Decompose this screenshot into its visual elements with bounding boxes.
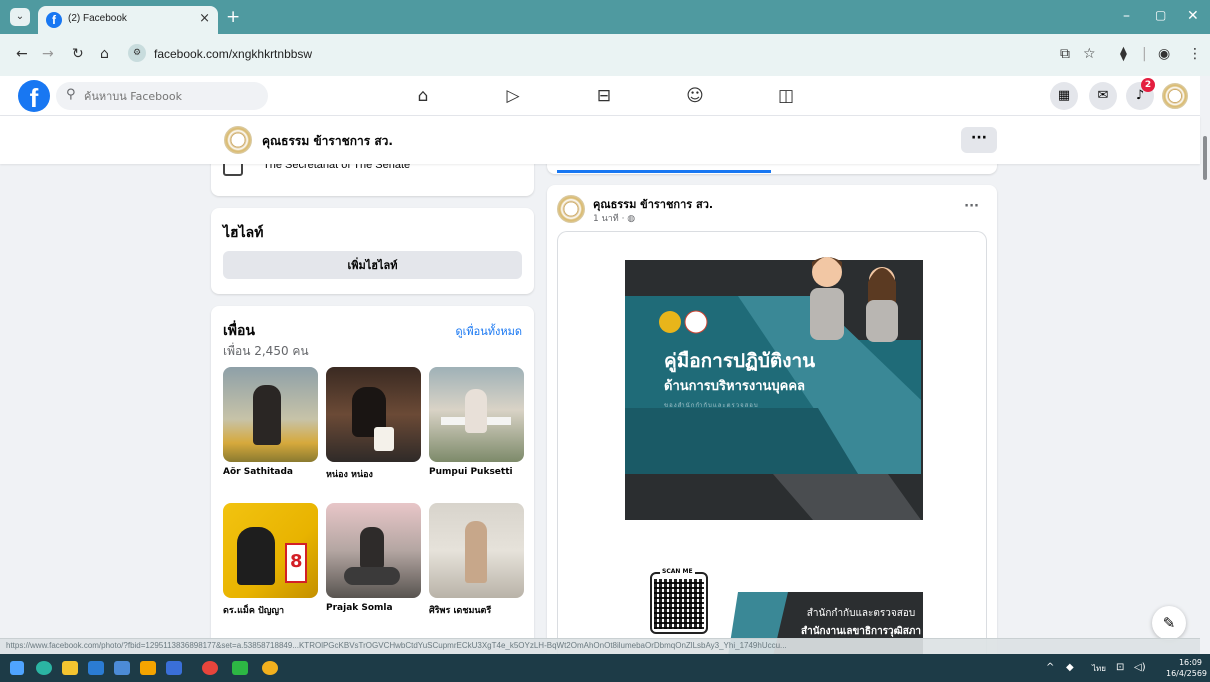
qr-code-icon [654,579,704,629]
profile-avatar[interactable] [224,126,252,154]
nav-groups-icon[interactable]: ☺ [685,86,705,106]
poster-title-line2: ด้านการบริหารงานบุคคล [664,379,806,394]
post-image[interactable]: คู่มือการปฏิบัติงาน ด้านการบริหารงานบุคค… [557,231,987,655]
facebook-favicon-icon: f [46,12,62,28]
network-icon[interactable]: ⊡ [1116,662,1124,673]
post-author-avatar[interactable] [557,195,585,223]
windows-taskbar: ^ ◆ ไทย ⊡ ◁) 16:09 16/4/2569 [0,654,1210,682]
poster-graphic [625,257,923,655]
new-message-compose-icon[interactable]: ✎ [1152,606,1186,640]
outlook-icon[interactable] [166,661,182,675]
friend-name[interactable]: หน่อง หน่อง [326,467,373,481]
browser-menu-icon[interactable]: ⋮ [1188,46,1202,62]
status-url-text: https://www.facebook.com/photo/?fbid=129… [6,641,787,650]
messenger-icon[interactable]: ✉ [1089,82,1117,110]
friends-card: เพื่อน ดูเพื่อนทั้งหมด เพื่อน 2,450 คน A… [211,306,534,646]
volume-icon[interactable]: ◁) [1134,662,1146,673]
url-field[interactable]: facebook.com/xngkhkrtnbbsw [154,47,312,61]
search-icon: ⚲ [66,87,76,102]
back-arrow-icon[interactable]: ← [16,46,28,62]
friend-name[interactable]: Aör Sathitada [223,467,293,477]
nav-marketplace-icon[interactable]: ⊟ [594,86,614,106]
friends-title[interactable]: เพื่อน [223,320,255,342]
page-scrollbar[interactable] [1200,76,1210,654]
scan-me-label: SCAN ME [660,568,695,575]
bookmark-star-icon[interactable]: ☆ [1083,46,1096,62]
profile-more-button[interactable]: ··· [961,127,997,153]
browser-tab-facebook[interactable]: f (2) Facebook × [38,6,218,34]
friend-photo[interactable]: 8 [223,503,318,598]
clock-time: 16:09 [1178,658,1202,667]
friend-photo[interactable] [326,503,421,598]
tab-close-icon[interactable]: × [199,11,210,26]
file-explorer-icon[interactable] [62,661,78,675]
tab-search-dropdown-icon[interactable]: ⌄ [10,8,30,26]
link-status-bar: https://www.facebook.com/photo/?fbid=129… [0,638,1200,654]
poster-title-line1: คู่มือการปฏิบัติงาน [664,350,816,372]
chrome-profile-icon[interactable] [262,661,278,675]
post-options-icon[interactable]: ··· [964,199,979,214]
chrome-icon[interactable] [202,661,218,675]
notifications-badge: 2 [1141,78,1155,92]
tray-app-icon[interactable]: ◆ [1066,662,1074,673]
friend-name[interactable]: ดร.แม็ค ปัญญา [223,603,284,617]
store-icon[interactable] [114,661,130,675]
friend-name[interactable]: Prajak Somla [326,603,393,613]
scrollbar-thumb[interactable] [1203,136,1207,180]
nav-gaming-icon[interactable]: ◫ [776,86,796,106]
taskbar-clock[interactable]: 16:09 16/4/2569 [1166,657,1208,679]
tab-title: (2) Facebook [68,13,127,24]
line-app-icon[interactable] [232,661,248,675]
new-tab-button[interactable]: + [226,7,240,27]
browser-profile-icon[interactable]: ◉ [1158,46,1170,62]
browser-tab-bar: ⌄ f (2) Facebook × + – ▢ ✕ [0,0,1210,34]
clock-date: 16/4/2569 [1166,669,1208,678]
facebook-logo-icon[interactable]: f [18,80,50,113]
restore-icon[interactable]: ▢ [1155,8,1166,22]
friend-photo[interactable] [429,367,524,462]
friend-name[interactable]: ศิริพร เดชมนตรี [429,603,491,617]
home-icon[interactable]: ⌂ [100,46,109,62]
forward-arrow-icon[interactable]: → [42,46,54,62]
extensions-icon[interactable]: ⧫ [1120,46,1127,62]
friend-photo[interactable] [223,367,318,462]
account-avatar[interactable] [1162,83,1188,109]
minimize-icon[interactable]: – [1123,8,1130,24]
start-windows-icon[interactable] [10,661,24,675]
poster-subtitle: ของสำนักกำกับและตรวจสอบ [664,402,759,409]
input-language[interactable]: ไทย [1092,662,1106,675]
edge-browser-icon[interactable] [36,661,52,675]
toolbar-divider: | [1142,46,1147,62]
sticky-profile-bar: คุณธรรม ข้าราชการ สว. ··· [0,116,1200,164]
search-input[interactable] [84,87,254,105]
poster-org-line1: สำนักกำกับและตรวจสอบ [806,608,916,619]
friends-count: เพื่อน 2,450 คน [223,344,309,358]
menu-grid-icon[interactable]: ▦ [1050,82,1078,110]
sticky-notes-icon[interactable] [140,661,156,675]
add-highlight-button[interactable]: เพิ่มไฮไลท์ [223,251,522,279]
nav-video-icon[interactable]: ▷ [503,86,523,106]
word-icon[interactable] [88,661,104,675]
poster-org-line2: สำนักงานเลขาธิการวุฒิสภา [800,626,922,637]
friend-photo[interactable] [429,503,524,598]
active-tab-indicator [557,170,771,173]
profile-name[interactable]: คุณธรรม ข้าราชการ สว. [262,132,393,151]
friend-photo[interactable] [326,367,421,462]
highlights-title: ไฮไลท์ [223,225,264,241]
post-card: คุณธรรม ข้าราชการ สว. 1 นาที · ◍ ··· คู่… [547,185,997,655]
see-all-friends-link[interactable]: ดูเพื่อนทั้งหมด [455,322,522,340]
reload-icon[interactable]: ↻ [72,46,84,62]
post-timestamp[interactable]: 1 นาที · ◍ [593,211,635,225]
highlights-card: ไฮไลท์ เพิ่มไฮไลท์ [211,208,534,294]
nav-home-icon[interactable]: ⌂ [413,86,433,106]
tray-overflow-icon[interactable]: ^ [1046,662,1054,673]
facebook-header: f ⚲ ⌂ ▷ ⊟ ☺ ◫ ▦ ✉ ♪ 2 [0,76,1200,116]
install-app-icon[interactable]: ⧉ [1060,46,1070,62]
browser-address-bar: ← → ↻ ⌂ ⚙ facebook.com/xngkhkrtnbbsw ⧉ ☆… [0,34,1210,76]
window-close-icon[interactable]: ✕ [1187,8,1199,24]
friend-name[interactable]: Pumpui Puksetti [429,467,513,477]
site-info-icon[interactable]: ⚙ [128,44,146,62]
facebook-search[interactable]: ⚲ [56,82,268,110]
